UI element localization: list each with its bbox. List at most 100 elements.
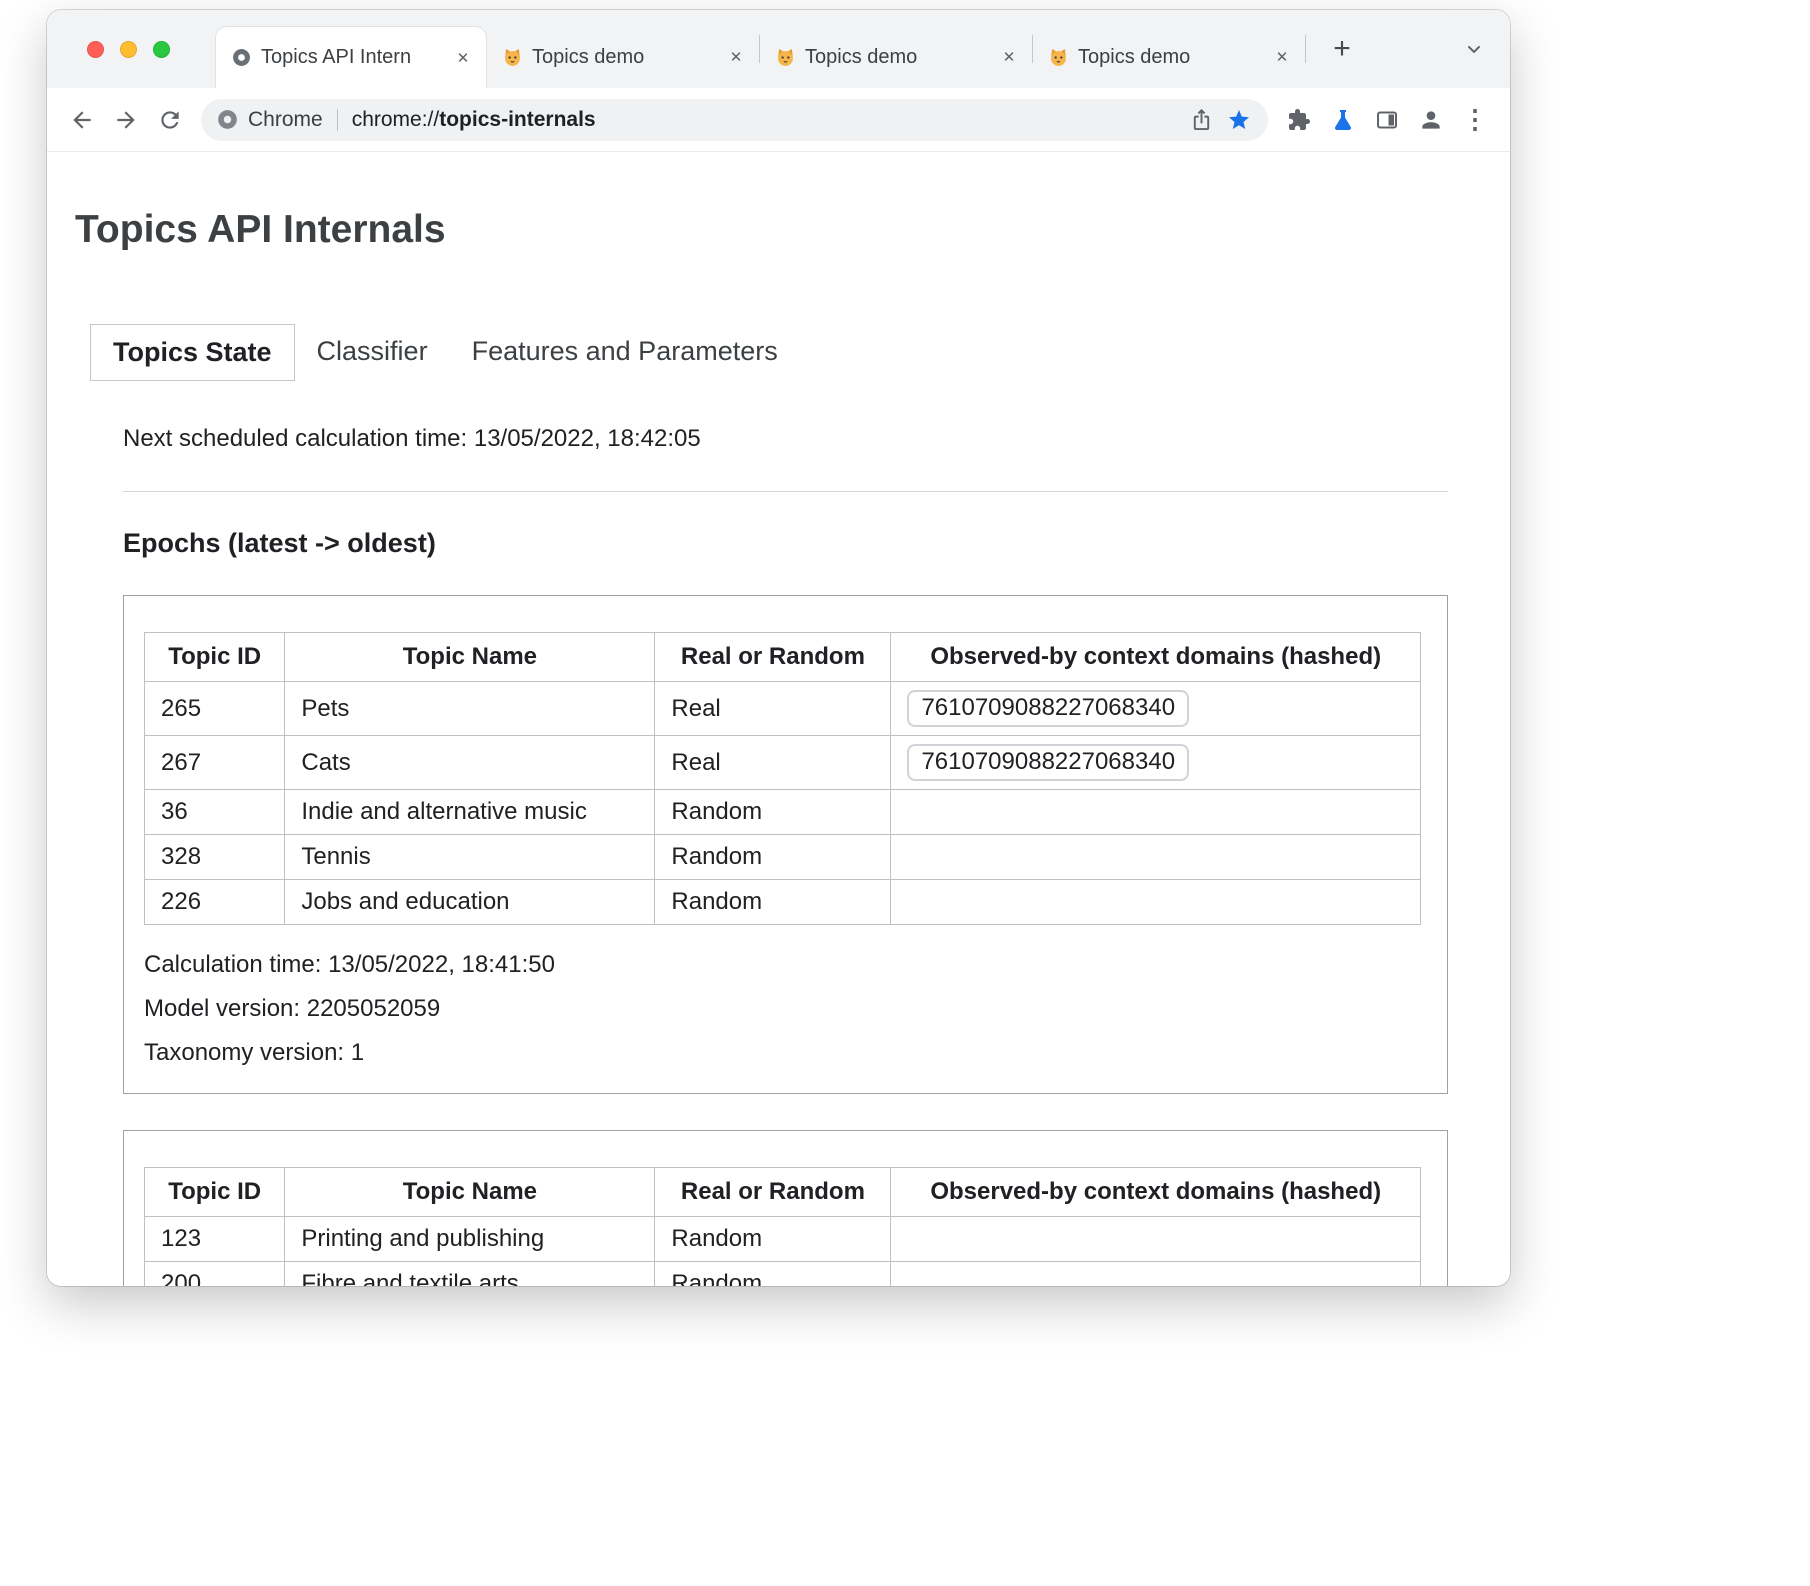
minimize-window-button[interactable] [120,41,137,58]
topic-id-cell: 267 [145,736,285,790]
table-row: 200 Fibre and textile arts Random [145,1262,1421,1287]
topic-id-cell: 36 [145,790,285,835]
tab-title: Topics demo [805,46,986,69]
topics-state-panel: Next scheduled calculation time: 13/05/2… [123,425,1448,1286]
topic-id-cell: 123 [145,1217,285,1262]
epoch-box-older: Topic ID Topic Name Real or Random Obser… [123,1130,1448,1286]
labs-flask-icon[interactable] [1322,99,1364,141]
topic-name-cell: Tennis [285,835,655,880]
epochs-heading: Epochs (latest -> oldest) [123,528,1448,559]
table-row: 123 Printing and publishing Random [145,1217,1421,1262]
tab-search-chevron-icon[interactable] [1456,31,1492,67]
share-icon[interactable] [1182,101,1220,139]
page-content: Topics API Internals Topics State Classi… [47,152,1510,1286]
browser-tab-topics-demo-1[interactable]: Topics demo ✕ [487,26,759,88]
back-icon[interactable] [61,99,103,141]
domains-cell: 7610709088227068340 [891,736,1421,790]
table-row: 267 Cats Real 7610709088227068340 [145,736,1421,790]
url-text: chrome://topics-internals [352,108,596,132]
cat-icon [503,48,522,67]
real-or-random-cell: Random [655,790,891,835]
domains-cell [891,835,1421,880]
tab-classifier[interactable]: Classifier [295,324,450,381]
calculation-time: Calculation time: 13/05/2022, 18:41:50 [144,951,1421,979]
col-real-or-random: Real or Random [655,633,891,682]
cat-icon [1049,48,1068,67]
site-label: Chrome [248,108,323,132]
epoch-box-latest: Topic ID Topic Name Real or Random Obser… [123,595,1448,1094]
omnibox[interactable]: Chrome chrome://topics-internals [201,99,1268,141]
table-row: 328 Tennis Random [145,835,1421,880]
url-scheme: chrome:// [352,108,440,131]
next-calculation-time: Next scheduled calculation time: 13/05/2… [123,425,1448,453]
epoch-table: Topic ID Topic Name Real or Random Obser… [144,1167,1421,1286]
model-version: Model version: 2205052059 [144,995,1421,1023]
menu-dots-icon[interactable]: ⋮ [1454,99,1496,141]
zoom-window-button[interactable] [153,41,170,58]
real-or-random-cell: Random [655,835,891,880]
domain-hash-chip: 7610709088227068340 [907,744,1189,781]
tab-close-icon[interactable]: ✕ [1269,44,1295,70]
topic-name-cell: Jobs and education [285,880,655,925]
omnibox-separator [337,109,338,131]
real-or-random-cell: Random [655,1217,891,1262]
window-controls [87,41,170,58]
divider [123,491,1448,492]
tab-close-icon[interactable]: ✕ [450,45,476,71]
domains-cell [891,790,1421,835]
browser-tabs: Topics API Intern ✕ Topics demo ✕ Topics… [215,10,1510,88]
topic-id-cell: 328 [145,835,285,880]
domains-cell [891,1217,1421,1262]
reload-icon[interactable] [149,99,191,141]
tab-title: Topics demo [1078,46,1259,69]
table-header-row: Topic ID Topic Name Real or Random Obser… [145,633,1421,682]
browser-toolbar: Chrome chrome://topics-internals ⋮ [47,88,1510,152]
forward-icon[interactable] [105,99,147,141]
tab-strip: Topics API Intern ✕ Topics demo ✕ Topics… [47,10,1510,88]
profile-avatar-icon[interactable] [1410,99,1452,141]
cat-icon [776,48,795,67]
tab-close-icon[interactable]: ✕ [996,44,1022,70]
bookmark-star-icon[interactable] [1220,101,1258,139]
table-row: 226 Jobs and education Random [145,880,1421,925]
real-or-random-cell: Random [655,880,891,925]
topic-name-cell: Fibre and textile arts [285,1262,655,1287]
browser-tab-topics-demo-3[interactable]: Topics demo ✕ [1033,26,1305,88]
col-topic-name: Topic Name [285,1168,655,1217]
domains-cell [891,880,1421,925]
extensions-puzzle-icon[interactable] [1278,99,1320,141]
browser-tab-topics-demo-2[interactable]: Topics demo ✕ [760,26,1032,88]
tab-close-icon[interactable]: ✕ [723,44,749,70]
table-row: 36 Indie and alternative music Random [145,790,1421,835]
tab-topics-state[interactable]: Topics State [90,324,295,381]
tab-features-and-parameters[interactable]: Features and Parameters [450,324,800,381]
col-observed-domains: Observed-by context domains (hashed) [891,1168,1421,1217]
tab-separator [1305,35,1306,63]
table-header-row: Topic ID Topic Name Real or Random Obser… [145,1168,1421,1217]
topic-name-cell: Pets [285,682,655,736]
col-topic-id: Topic ID [145,1168,285,1217]
topic-id-cell: 226 [145,880,285,925]
topic-name-cell: Cats [285,736,655,790]
tab-title: Topics API Intern [261,46,440,69]
epoch-table: Topic ID Topic Name Real or Random Obser… [144,632,1421,925]
table-row: 265 Pets Real 7610709088227068340 [145,682,1421,736]
taxonomy-version: Taxonomy version: 1 [144,1039,1421,1067]
real-or-random-cell: Real [655,736,891,790]
col-real-or-random: Real or Random [655,1168,891,1217]
domains-cell [891,1262,1421,1287]
topic-id-cell: 265 [145,682,285,736]
col-observed-domains: Observed-by context domains (hashed) [891,633,1421,682]
side-panel-icon[interactable] [1366,99,1408,141]
col-topic-id: Topic ID [145,633,285,682]
browser-tab-topics-internals[interactable]: Topics API Intern ✕ [215,26,487,88]
topic-name-cell: Indie and alternative music [285,790,655,835]
close-window-button[interactable] [87,41,104,58]
col-topic-name: Topic Name [285,633,655,682]
new-tab-button[interactable]: + [1320,27,1364,71]
domains-cell: 7610709088227068340 [891,682,1421,736]
page-title: Topics API Internals [75,208,1490,252]
url-host: topics-internals [439,108,595,131]
topic-id-cell: 200 [145,1262,285,1287]
chrome-internals-icon [232,48,251,67]
